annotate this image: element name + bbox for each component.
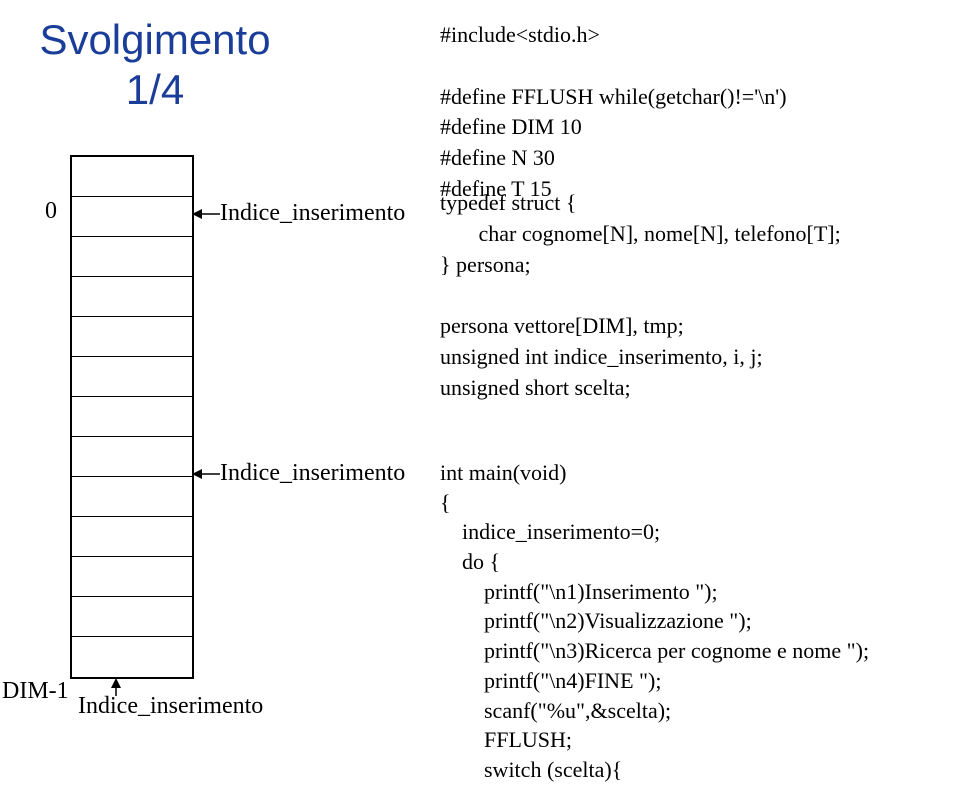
code-block-2: typedef struct { char cognome[N], nome[N… bbox=[440, 188, 841, 404]
arrow-icon bbox=[192, 208, 220, 220]
array-cell bbox=[72, 237, 192, 277]
arrow1-label: Indice_inserimento bbox=[220, 200, 405, 227]
code-block-3: int main(void) { indice_inserimento=0; d… bbox=[440, 458, 869, 785]
index-label-dim: DIM-1 bbox=[2, 678, 69, 705]
array-cell bbox=[72, 517, 192, 557]
array-container bbox=[70, 155, 194, 679]
array-cell bbox=[72, 597, 192, 637]
array-cell bbox=[72, 397, 192, 437]
array-cell bbox=[72, 437, 192, 477]
array-cell bbox=[72, 157, 192, 197]
arrow2-label: Indice_inserimento bbox=[220, 460, 405, 487]
index-label-0: 0 bbox=[45, 198, 57, 225]
array-cell bbox=[72, 477, 192, 517]
arrow3-label: Indice_inserimento bbox=[78, 693, 263, 720]
array-cell bbox=[72, 357, 192, 397]
title-line2: 1/4 bbox=[15, 65, 295, 115]
code-block-1: #include<stdio.h> #define FFLUSH while(g… bbox=[440, 20, 787, 205]
array-cell bbox=[72, 317, 192, 357]
array-cell bbox=[72, 557, 192, 597]
array-cell bbox=[72, 637, 192, 677]
array-diagram bbox=[70, 155, 194, 679]
arrow-icon bbox=[192, 468, 220, 480]
title-line1: Svolgimento bbox=[39, 16, 270, 63]
array-cell bbox=[72, 197, 192, 237]
slide-title: Svolgimento 1/4 bbox=[15, 15, 295, 116]
array-cell bbox=[72, 277, 192, 317]
